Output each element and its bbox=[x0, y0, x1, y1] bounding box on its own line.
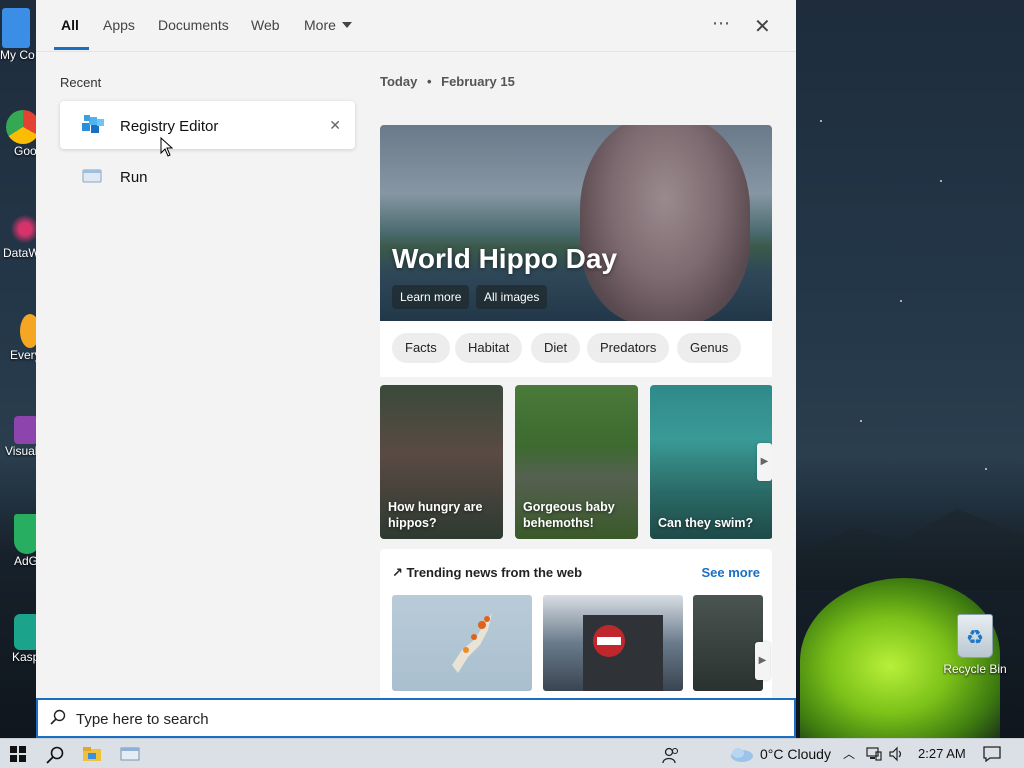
today-section: Today • February 15 World Hippo Day Lear… bbox=[380, 53, 772, 698]
chrome-icon bbox=[6, 110, 40, 144]
all-images-button[interactable]: All images bbox=[476, 285, 548, 309]
more-options-icon[interactable]: ⋯ bbox=[712, 13, 731, 34]
image-card[interactable]: Can they swim? bbox=[650, 385, 772, 539]
trending-title-text: Trending news from the web bbox=[406, 565, 583, 580]
desktop-icon-label: Goo Chr bbox=[14, 144, 36, 158]
card-title: Can they swim? bbox=[658, 516, 754, 530]
mouse-cursor-icon bbox=[160, 137, 174, 157]
chevron-down-icon bbox=[341, 22, 352, 28]
computer-icon bbox=[2, 8, 30, 48]
recent-item-label: Run bbox=[120, 169, 148, 186]
chevron-right-icon[interactable]: ▶ bbox=[757, 443, 772, 481]
run-icon bbox=[82, 169, 102, 183]
desktop-icon-1[interactable]: Goo Chr bbox=[0, 110, 40, 158]
tsmc-building-image bbox=[583, 615, 663, 691]
desktop-icon-4[interactable]: Visual 20 bbox=[0, 416, 40, 458]
remove-icon[interactable]: ✕ bbox=[329, 117, 341, 134]
today-date: Today • February 15 bbox=[380, 74, 515, 89]
clock[interactable]: 2:27 AM bbox=[918, 739, 966, 768]
nz-map-image bbox=[452, 613, 492, 673]
search-box[interactable] bbox=[36, 698, 796, 738]
recycle-bin[interactable]: Recycle Bin bbox=[942, 614, 1008, 676]
recent-item-registry-editor[interactable]: Registry Editor ✕ bbox=[60, 101, 355, 149]
today-label: Today bbox=[380, 74, 418, 89]
news-card[interactable] bbox=[693, 595, 763, 691]
news-card[interactable] bbox=[392, 595, 532, 691]
recent-title: Recent bbox=[60, 75, 102, 90]
card-title: How hungry are hippos? bbox=[388, 500, 483, 530]
image-card[interactable]: How hungry are hippos? bbox=[380, 385, 503, 539]
desktop-icon-2[interactable]: DataW bbox=[0, 212, 42, 260]
see-more-link[interactable]: See more bbox=[701, 565, 760, 580]
tab-all[interactable]: All bbox=[61, 17, 79, 33]
desktop-icon-label: AdG bbox=[14, 554, 36, 568]
trending-title: ↗ Trending news from the web bbox=[392, 565, 582, 581]
search-input[interactable] bbox=[76, 706, 776, 732]
recent-item-run[interactable]: Run bbox=[60, 152, 355, 200]
recycle-bin-label: Recycle Bin bbox=[943, 662, 1007, 676]
chip-diet[interactable]: Diet bbox=[531, 333, 581, 363]
network-icon[interactable] bbox=[866, 746, 882, 762]
recent-item-label: Registry Editor bbox=[120, 118, 219, 135]
run-taskbar-icon[interactable] bbox=[120, 746, 140, 762]
close-icon[interactable]: ✕ bbox=[754, 14, 771, 39]
desktop-icon-label: DataW bbox=[3, 246, 36, 260]
tab-documents[interactable]: Documents bbox=[158, 17, 229, 33]
desktop-icon-5[interactable]: AdG bbox=[0, 514, 40, 568]
trending-news: ↗ Trending news from the web See more ▶ bbox=[380, 549, 772, 698]
desktop-icon-label: My Co bbox=[0, 48, 35, 62]
trend-arrow-icon: ↗ bbox=[392, 565, 403, 580]
active-tab-indicator bbox=[54, 47, 89, 50]
cloud-icon bbox=[731, 748, 753, 762]
tab-more[interactable]: More bbox=[304, 17, 352, 33]
visual-studio-icon bbox=[14, 416, 38, 444]
image-card[interactable]: Gorgeous baby behemoths! bbox=[515, 385, 638, 539]
date-label: February 15 bbox=[441, 74, 515, 89]
recent-section: Recent Registry Editor ✕ Run bbox=[36, 53, 366, 698]
card-title: Gorgeous baby behemoths! bbox=[523, 500, 615, 530]
desktop-icon-6[interactable]: Kasp Secu bbox=[0, 614, 40, 664]
desktop-icon-3[interactable]: Every bbox=[0, 314, 40, 362]
taskbar-search-icon[interactable] bbox=[46, 746, 64, 764]
tab-apps[interactable]: Apps bbox=[103, 17, 135, 33]
notification-icon[interactable] bbox=[983, 746, 1001, 762]
taskbar: 0°C Cloudy ︿ 2:27 AM bbox=[0, 738, 1024, 768]
desktop-icon-label: Every bbox=[10, 348, 36, 362]
chevron-up-icon[interactable]: ︿ bbox=[843, 739, 855, 768]
chip-genus[interactable]: Genus bbox=[677, 333, 742, 363]
chip-predators[interactable]: Predators bbox=[587, 333, 670, 363]
desktop-icon-label: Kasp Secu bbox=[12, 650, 36, 664]
desktop-icon-label: Visual 20 bbox=[5, 444, 36, 458]
windows-start-icon[interactable] bbox=[10, 746, 26, 762]
hero-title: World Hippo Day bbox=[392, 243, 618, 274]
recycle-bin-icon bbox=[957, 614, 993, 658]
chip-facts[interactable]: Facts bbox=[392, 333, 450, 363]
topic-chips: Facts Habitat Diet Predators Genus bbox=[380, 321, 772, 377]
search-tabs: All Apps Documents Web More ⋯ ✕ bbox=[36, 0, 796, 52]
search-panel: All Apps Documents Web More ⋯ ✕ Recent R… bbox=[36, 0, 796, 738]
people-icon[interactable] bbox=[662, 746, 680, 764]
tab-web[interactable]: Web bbox=[251, 17, 280, 33]
hero-card[interactable]: World Hippo Day Learn more All images bbox=[380, 125, 772, 321]
volume-icon[interactable] bbox=[889, 746, 905, 762]
tab-more-label: More bbox=[304, 17, 336, 33]
chip-habitat[interactable]: Habitat bbox=[455, 333, 523, 363]
bullet-separator: • bbox=[426, 74, 432, 89]
hippo-image bbox=[580, 125, 750, 321]
weather-text[interactable]: 0°C Cloudy bbox=[760, 739, 831, 768]
file-explorer-icon[interactable] bbox=[82, 746, 102, 762]
desktop-icon-0[interactable]: My Co bbox=[0, 8, 40, 62]
registry-editor-icon bbox=[82, 115, 104, 133]
news-card[interactable] bbox=[543, 595, 683, 691]
desktop-hills bbox=[796, 509, 1024, 590]
chevron-right-icon[interactable]: ▶ bbox=[755, 642, 770, 680]
search-icon bbox=[50, 709, 66, 725]
learn-more-button[interactable]: Learn more bbox=[392, 285, 470, 309]
